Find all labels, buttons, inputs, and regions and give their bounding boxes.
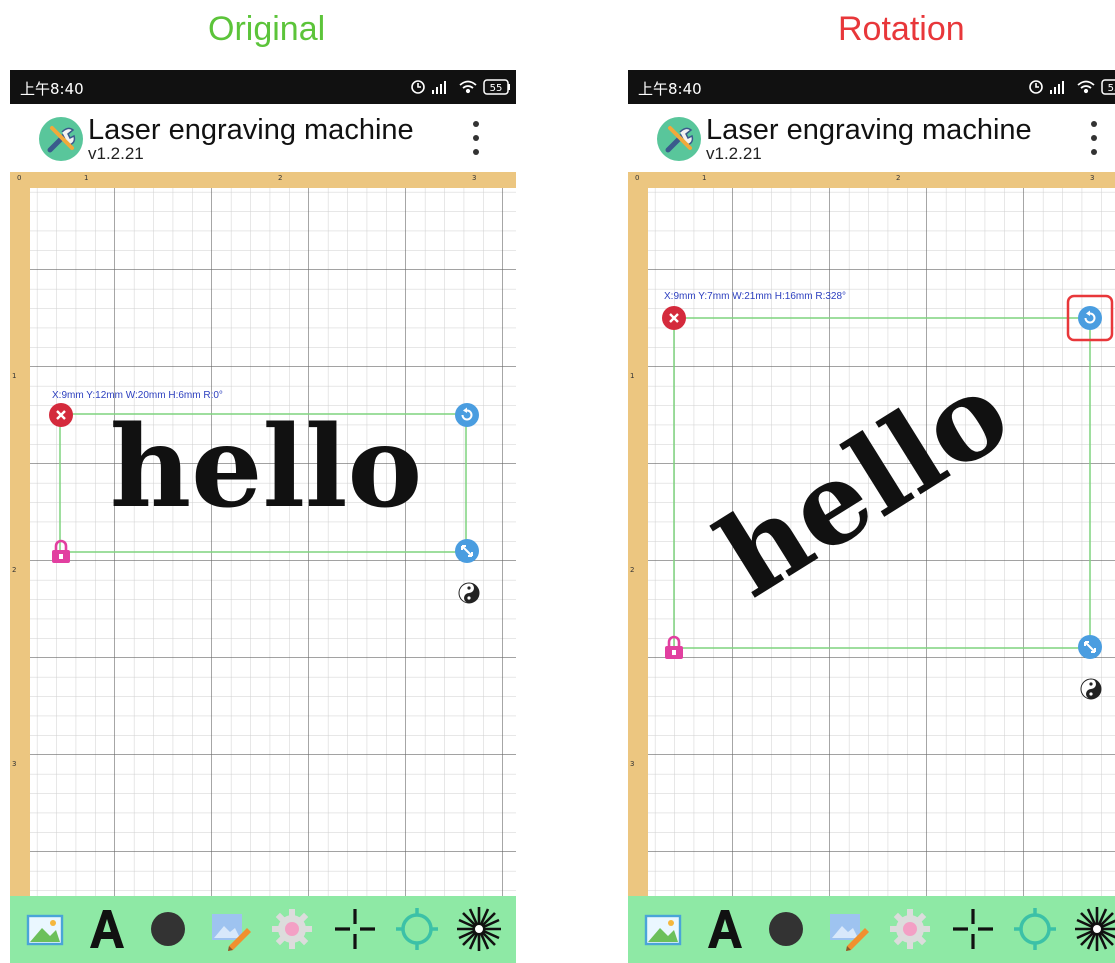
crosshair-icon[interactable]	[948, 904, 998, 954]
laser-burst-icon[interactable]	[1072, 904, 1115, 954]
sketch-icon[interactable]	[205, 904, 255, 954]
engraving-canvas[interactable]: 0 1 2 3 1 2 3 X:9mm Y:7mm W:21mm H:16mm …	[628, 172, 1115, 896]
signal-icon	[1050, 81, 1064, 94]
app-version: v1.2.21	[706, 144, 762, 163]
alarm-icon	[1029, 80, 1043, 94]
app-logo-icon	[657, 117, 701, 161]
bottom-toolbar	[10, 896, 516, 963]
status-bar: 上午8:40 55	[10, 70, 516, 104]
caption-rotation: Rotation	[838, 10, 965, 48]
status-icons: 55	[1029, 79, 1115, 95]
engraving-text: hello	[110, 402, 422, 533]
app-title: Laser engraving machine	[88, 114, 414, 146]
crosshair-icon[interactable]	[330, 904, 380, 954]
engraving-text: hello	[696, 346, 1030, 623]
selection-layer: hello	[59, 402, 467, 553]
alarm-icon	[411, 80, 425, 94]
wifi-icon	[459, 80, 477, 94]
image-icon[interactable]	[638, 904, 688, 954]
wifi-icon	[1077, 80, 1095, 94]
text-icon[interactable]	[82, 904, 132, 954]
signal-icon	[432, 81, 446, 94]
app-titlebar: Laser engraving machine v1.2.21	[628, 104, 1115, 172]
delete-icon[interactable]	[661, 305, 687, 331]
selection-layer: hello	[673, 294, 1114, 649]
sketch-icon[interactable]	[823, 904, 873, 954]
rotate-icon[interactable]	[454, 402, 480, 428]
battery-icon: 55	[1101, 79, 1115, 95]
settings-gear-icon[interactable]	[267, 904, 317, 954]
bottom-toolbar	[628, 896, 1115, 963]
resize-icon[interactable]	[1077, 634, 1103, 660]
text-icon[interactable]	[700, 904, 750, 954]
status-icons: 55	[411, 79, 510, 95]
svg-text:55: 55	[1108, 83, 1115, 94]
lock-icon[interactable]	[661, 634, 687, 660]
status-time: 上午8:40	[638, 80, 702, 98]
delete-icon[interactable]	[48, 402, 74, 428]
lock-icon[interactable]	[48, 538, 74, 564]
app-titlebar: Laser engraving machine v1.2.21	[10, 104, 516, 172]
laser-burst-icon[interactable]	[454, 904, 504, 954]
resize-icon[interactable]	[454, 538, 480, 564]
positioning-icon[interactable]	[1010, 904, 1060, 954]
app-version: v1.2.21	[88, 144, 144, 163]
settings-gear-icon[interactable]	[885, 904, 935, 954]
more-vert-icon[interactable]	[464, 116, 488, 160]
more-vert-icon[interactable]	[1082, 116, 1106, 160]
shape-circle-icon[interactable]	[143, 904, 193, 954]
shape-circle-icon[interactable]	[761, 904, 811, 954]
mirror-yinyang-icon[interactable]	[1080, 678, 1102, 700]
phone-screenshot-rotation: 上午8:40 55 Laser engraving machine v1.2.2…	[628, 70, 1115, 963]
mirror-yinyang-icon[interactable]	[458, 582, 480, 604]
status-bar: 上午8:40 55	[628, 70, 1115, 104]
battery-icon: 55	[483, 79, 510, 95]
app-logo-icon	[39, 117, 83, 161]
rotate-icon[interactable]	[1077, 305, 1103, 331]
status-time: 上午8:40	[20, 80, 84, 98]
image-icon[interactable]	[20, 904, 70, 954]
positioning-icon[interactable]	[392, 904, 442, 954]
svg-text:55: 55	[490, 83, 503, 94]
engraving-canvas[interactable]: 0 1 2 3 1 2 3 X:9mm Y:12mm W:20mm H:6mm …	[10, 172, 516, 896]
caption-original: Original	[208, 10, 326, 48]
phone-screenshot-original: 上午8:40 55 Laser engraving machine v1.2.2…	[10, 70, 516, 963]
app-title: Laser engraving machine	[706, 114, 1032, 146]
